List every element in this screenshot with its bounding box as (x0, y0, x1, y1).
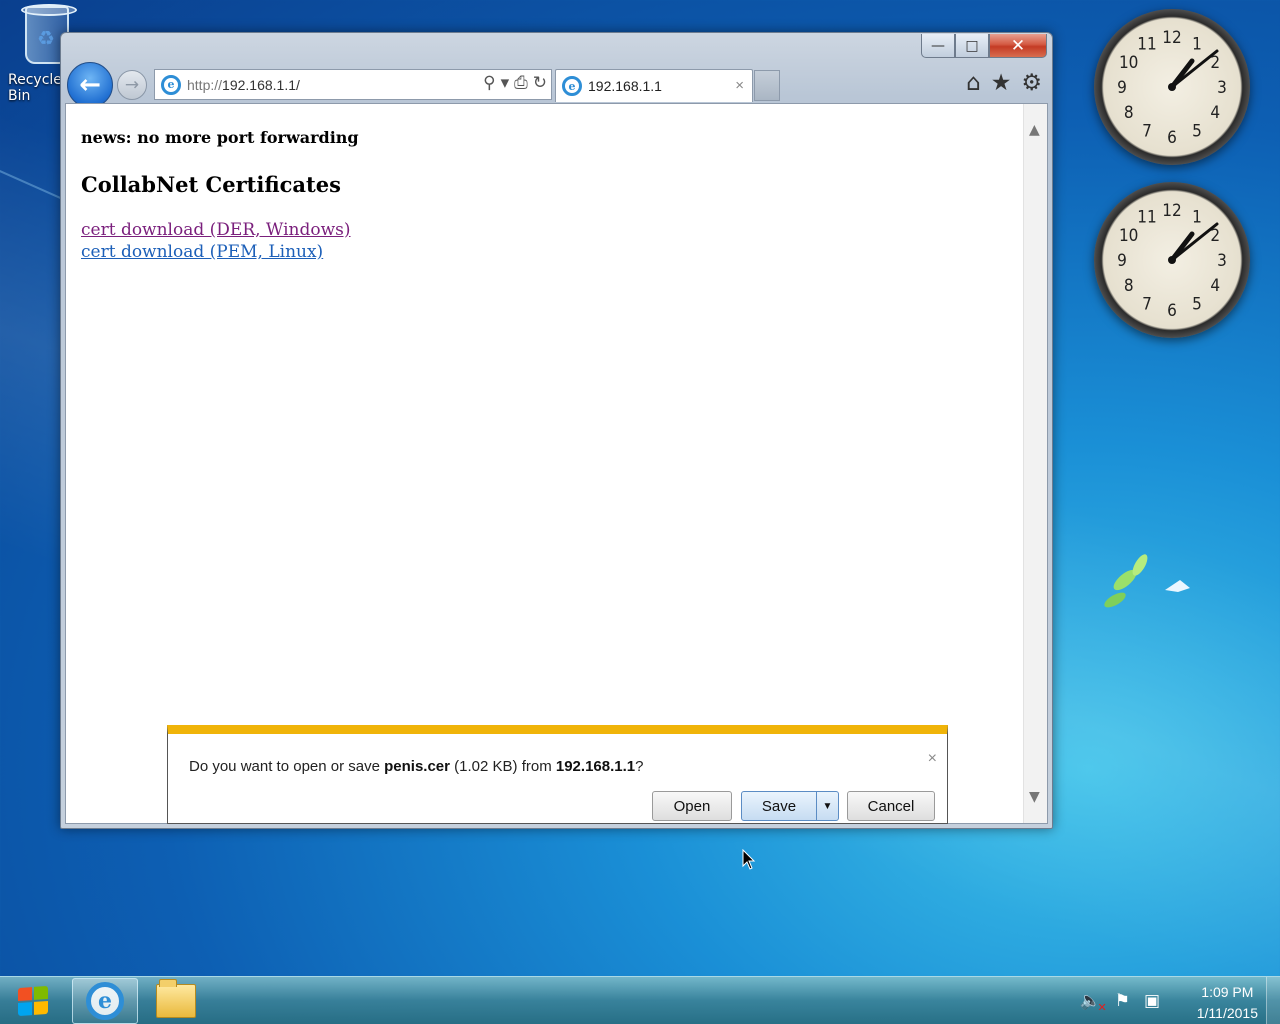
window-caption-buttons: — □ ✕ (921, 34, 1047, 58)
clock-numeral: 4 (1210, 103, 1220, 123)
action-center-flag-icon[interactable]: ⚑ (1115, 991, 1130, 1011)
wallpaper-leaves-decoration (1104, 554, 1190, 608)
new-tab-button[interactable] (754, 70, 780, 101)
page-heading: CollabNet Certificates (81, 172, 341, 197)
search-dropdown-icon[interactable]: ▾ (501, 73, 510, 93)
show-desktop-button[interactable] (1266, 977, 1280, 1024)
clock-numeral: 5 (1192, 294, 1202, 314)
cert-download-pem-link[interactable]: cert download (PEM, Linux) (81, 242, 323, 262)
download-size: (1.02 KB) from (450, 758, 556, 775)
command-icons: ⌂ ★ ⚙ (966, 70, 1042, 96)
news-text: news: no more port forwarding (81, 128, 359, 147)
clock-numeral: 1 (1192, 35, 1202, 55)
prompt-suffix: ? (635, 758, 644, 775)
search-icon[interactable]: ⚲ (483, 73, 495, 93)
address-bar-icons: ⚲ ▾ ⎙ ↻ (483, 73, 547, 93)
compatibility-view-icon[interactable]: ⎙ (514, 73, 528, 93)
address-host: 192.168.1.1/ (222, 76, 300, 93)
clock-gadget-2[interactable]: 12 1 2 3 4 5 6 7 8 9 10 11 (1094, 182, 1250, 338)
favorites-star-icon[interactable]: ★ (991, 70, 1012, 96)
clock-numeral: 12 (1162, 28, 1181, 48)
taskbar-time: 1:09 PM (1201, 984, 1254, 1000)
clock-numeral: 6 (1167, 301, 1177, 321)
taskbar-internet-explorer[interactable]: e (72, 978, 138, 1024)
clock-numeral: 9 (1117, 251, 1127, 271)
internet-explorer-window[interactable]: — □ ✕ ← → e http:// 192.168.1.1/ ⚲ ▾ ⎙ ↻… (60, 32, 1053, 829)
page-viewport: news: no more port forwarding CollabNet … (65, 103, 1048, 824)
notification-close-icon[interactable]: × (928, 750, 937, 768)
clock-numeral: 9 (1117, 78, 1127, 98)
chevron-down-icon: ▼ (822, 800, 833, 812)
tab-close-icon[interactable]: × (735, 77, 744, 94)
clock-numeral: 6 (1167, 128, 1177, 148)
internet-explorer-icon: e (86, 982, 124, 1020)
back-button[interactable]: ← (67, 62, 113, 108)
folder-icon (156, 979, 196, 1018)
taskbar-windows-explorer[interactable] (143, 978, 209, 1024)
start-button[interactable] (0, 977, 66, 1024)
tools-gear-icon[interactable]: ⚙ (1021, 70, 1042, 96)
network-icon[interactable]: ▣ (1144, 991, 1160, 1011)
save-button[interactable]: Save (741, 791, 817, 821)
clock-numeral: 7 (1142, 294, 1152, 314)
clock-numeral: 12 (1162, 201, 1181, 221)
clock-numeral: 7 (1142, 121, 1152, 141)
refresh-icon[interactable]: ↻ (533, 73, 547, 93)
download-host: 192.168.1.1 (555, 758, 636, 775)
prompt-prefix: Do you want to open or save (189, 758, 385, 775)
cancel-button[interactable]: Cancel (847, 791, 935, 821)
taskbar: e 🔈 ✕ ⚑ ▣ 1:09 PM 1/11/2015 (0, 976, 1280, 1024)
taskbar-date: 1/11/2015 (1196, 1005, 1258, 1021)
clock-numeral: 3 (1217, 251, 1227, 271)
forward-arrow-icon: → (124, 75, 140, 95)
minimize-button[interactable]: — (921, 34, 955, 58)
forward-button[interactable]: → (117, 70, 147, 100)
scroll-up-icon[interactable]: ▲ (1029, 122, 1040, 138)
clock-numeral: 3 (1217, 78, 1227, 98)
download-prompt: Do you want to open or save penis.cer (1… (189, 758, 643, 775)
clock-numeral: 8 (1124, 103, 1134, 123)
windows-logo-icon (18, 985, 48, 1017)
vertical-scrollbar[interactable]: ▲ ▼ (1023, 104, 1047, 823)
mouse-cursor-icon (742, 849, 756, 870)
download-notification-bar: Do you want to open or save penis.cer (1… (167, 725, 948, 824)
home-icon[interactable]: ⌂ (966, 70, 981, 96)
clock-face-2: 12 1234567891011 (1117, 201, 1227, 321)
close-window-button[interactable]: ✕ (989, 34, 1047, 58)
taskbar-clock[interactable]: 1:09 PM 1/11/2015 (1197, 982, 1258, 1024)
clock-numeral: 10 (1119, 53, 1138, 73)
clock-numeral: 5 (1192, 121, 1202, 141)
tab-title: 192.168.1.1 (588, 78, 662, 94)
back-arrow-icon: ← (79, 70, 101, 100)
clock-numeral: 11 (1137, 208, 1156, 228)
clock-numeral: 11 (1137, 35, 1156, 55)
save-options-dropdown[interactable]: ▼ (816, 791, 839, 821)
clock-numeral: 10 (1119, 226, 1138, 246)
clock-gadget-1[interactable]: 12 1 2 3 4 5 6 7 8 9 10 11 (1094, 9, 1250, 165)
ie-tab-icon: e (562, 76, 582, 96)
tab-192-168-1-1[interactable]: e 192.168.1.1 × (555, 69, 753, 102)
download-filename: penis.cer (384, 758, 450, 775)
cert-download-der-link[interactable]: cert download (DER, Windows) (81, 220, 351, 240)
open-button[interactable]: Open (652, 791, 732, 821)
scroll-down-icon[interactable]: ▼ (1029, 789, 1040, 805)
clock-numeral: 8 (1124, 276, 1134, 296)
volume-muted-icon[interactable]: 🔈 ✕ (1080, 991, 1107, 1014)
address-protocol: http:// (187, 76, 223, 93)
clock-face-1: 12 1234567891011 (1117, 28, 1227, 148)
ie-page-icon: e (161, 74, 181, 95)
address-bar[interactable]: e http:// 192.168.1.1/ ⚲ ▾ ⎙ ↻ (154, 69, 552, 100)
clock-numeral: 4 (1210, 276, 1220, 296)
clock-numeral: 1 (1192, 208, 1202, 228)
system-tray: 🔈 ✕ ⚑ ▣ (1080, 991, 1160, 1014)
maximize-button[interactable]: □ (955, 34, 989, 58)
